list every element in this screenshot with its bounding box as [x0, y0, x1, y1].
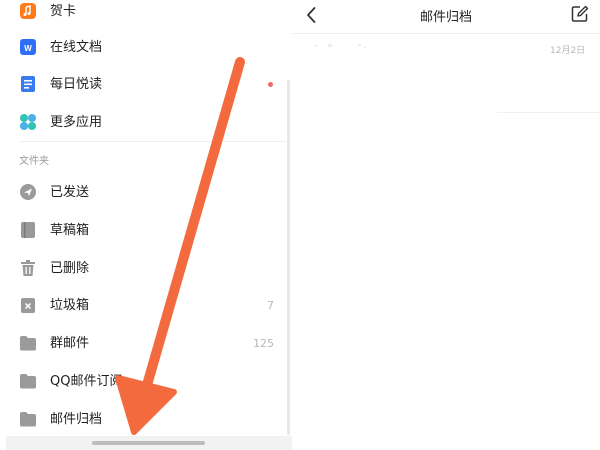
unread-dot — [268, 82, 273, 87]
blurred-mail-sender[interactable] — [314, 42, 374, 50]
folder-item-group-mail[interactable]: 群邮件 125 — [0, 325, 286, 362]
unread-count: 7 — [267, 299, 274, 312]
divider — [19, 141, 286, 142]
sidebar-item-label: 在线文档 — [50, 40, 103, 55]
sidebar-item-daily-reading[interactable]: 每日悦读 — [0, 66, 286, 103]
sidebar: 贺卡 W 在线文档 每日悦读 更多应用 文件夹 已发送 草稿箱 已删除 垃圾箱 … — [0, 0, 292, 450]
folder-item-label: QQ邮件订阅 — [50, 374, 123, 389]
sidebar-item-label: 贺卡 — [50, 4, 77, 19]
folder-item-label: 已发送 — [50, 185, 90, 200]
header: 邮件归档 — [292, 0, 600, 30]
page-title: 邮件归档 — [419, 10, 472, 25]
folder-icon — [20, 412, 36, 427]
sidebar-item-more-apps[interactable]: 更多应用 — [0, 104, 286, 141]
unread-count: 125 — [253, 337, 274, 350]
folder-item-sent[interactable]: 已发送 — [0, 174, 286, 211]
folder-icon — [20, 374, 36, 389]
sent-icon — [20, 184, 36, 200]
sidebar-item-card[interactable]: 贺卡 — [0, 0, 286, 30]
reading-icon — [21, 76, 35, 92]
mail-list-pane: 邮件归档 12月2日 — [292, 0, 600, 450]
folder-item-deleted[interactable]: 已删除 — [0, 250, 286, 287]
card-icon — [20, 3, 36, 19]
spam-icon — [21, 298, 35, 313]
folder-item-archive[interactable]: 邮件归档 — [0, 401, 286, 438]
svg-text:W: W — [24, 44, 32, 53]
apps-icon — [20, 114, 36, 130]
folder-item-drafts[interactable]: 草稿箱 — [0, 212, 286, 249]
draft-icon — [21, 222, 35, 238]
folder-item-qq-subscription[interactable]: QQ邮件订阅 — [0, 363, 286, 400]
folder-item-label: 草稿箱 — [50, 223, 90, 238]
header-divider — [292, 33, 600, 34]
mail-date: 12月2日 — [550, 46, 586, 56]
folder-icon — [20, 336, 36, 351]
sidebar-item-label: 更多应用 — [50, 115, 103, 130]
sidebar-item-label: 每日悦读 — [50, 77, 103, 92]
folder-item-label: 已删除 — [50, 261, 90, 276]
sidebar-item-online-docs[interactable]: W 在线文档 — [0, 29, 286, 66]
folder-item-label: 群邮件 — [50, 336, 90, 351]
mail-item-divider — [497, 112, 600, 113]
folder-section-label: 文件夹 — [19, 156, 49, 167]
home-indicator[interactable] — [92, 441, 205, 445]
trash-icon — [21, 260, 35, 276]
scrollbar[interactable] — [287, 80, 290, 435]
doc-w-icon: W — [20, 39, 36, 55]
folder-item-label: 垃圾箱 — [50, 298, 90, 313]
folder-item-spam[interactable]: 垃圾箱 7 — [0, 287, 286, 324]
compose-icon[interactable] — [571, 5, 589, 23]
folder-item-label: 邮件归档 — [50, 412, 103, 427]
